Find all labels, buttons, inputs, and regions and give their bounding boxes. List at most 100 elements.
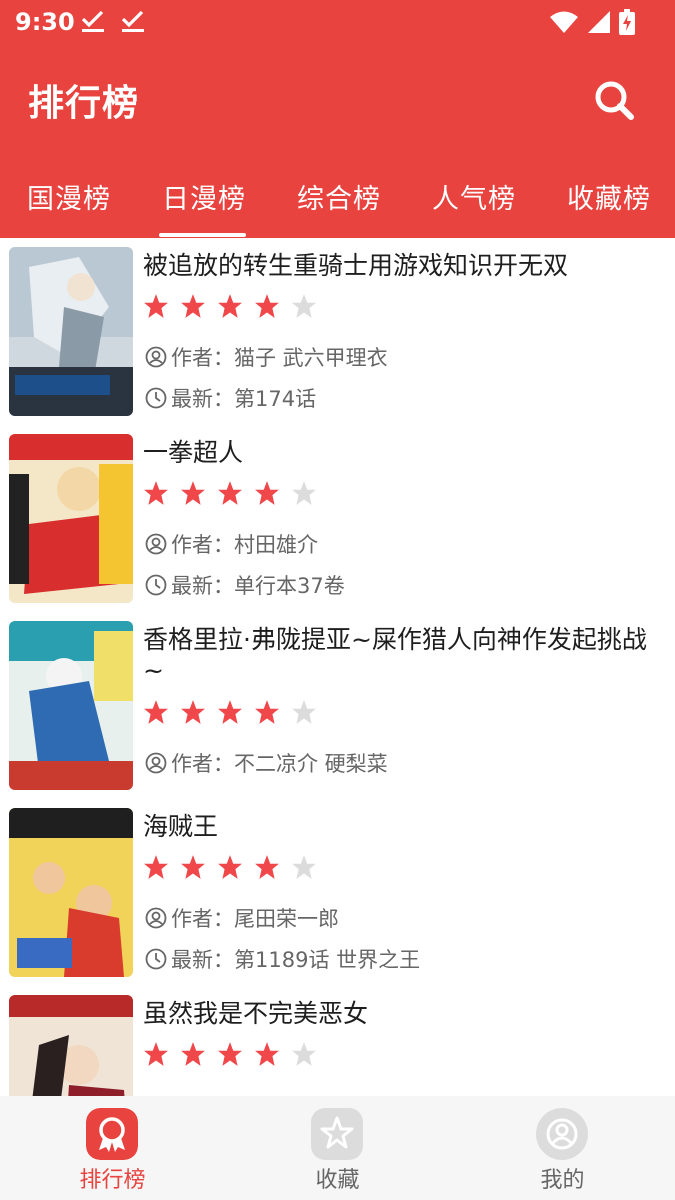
nav-label: 收藏 bbox=[315, 1168, 360, 1193]
comic-cover-image bbox=[9, 434, 133, 603]
author-row: 作者： 村田雄介 bbox=[145, 529, 318, 559]
tab-guoman[interactable]: 国漫榜 bbox=[27, 177, 111, 216]
star-filled-icon bbox=[181, 294, 205, 318]
latest-row: 最新： 单行本37卷 bbox=[145, 570, 345, 600]
tab-zonghe[interactable]: 综合榜 bbox=[297, 177, 381, 216]
comic-cover-image bbox=[9, 621, 133, 790]
star-empty-icon bbox=[292, 1042, 316, 1066]
star-filled-icon bbox=[144, 855, 168, 879]
tab-renqi[interactable]: 人气榜 bbox=[432, 177, 516, 216]
list-item[interactable]: 虽然我是不完美恶女 bbox=[0, 986, 675, 1096]
comic-title[interactable]: 香格里拉·弗陇提亚~屎作猎人向神作发起挑战~ bbox=[143, 624, 653, 686]
latest-row: 最新： 第1189话 世界之王 bbox=[145, 944, 420, 974]
author-label: 作者： bbox=[171, 752, 234, 776]
person-icon bbox=[145, 533, 167, 555]
author-label: 作者： bbox=[171, 533, 234, 557]
latest-row: 最新： 第174话 bbox=[145, 383, 316, 413]
status-time: 9:30 bbox=[15, 8, 75, 36]
app-bar: 9:30 排行榜 国漫榜 日漫榜 综合榜 人气榜 收藏榜 bbox=[0, 0, 675, 238]
author-name: 猫子 武六甲理衣 bbox=[234, 346, 388, 370]
battery-charging-icon bbox=[619, 9, 635, 35]
author-name: 村田雄介 bbox=[234, 533, 318, 557]
ranking-tabs: 国漫榜 日漫榜 综合榜 人气榜 收藏榜 bbox=[0, 163, 675, 238]
comic-list[interactable]: 被追放的转生重骑士用游戏知识开无双 作者： 猫子 武六甲理衣 最新： 第174话 bbox=[0, 238, 675, 1096]
star-filled-icon bbox=[218, 481, 242, 505]
comic-title[interactable]: 被追放的转生重骑士用游戏知识开无双 bbox=[143, 250, 653, 281]
download-done-icon bbox=[121, 10, 144, 32]
star-empty-icon bbox=[292, 294, 316, 318]
latest-chapter: 单行本37卷 bbox=[234, 574, 345, 598]
star-filled-icon bbox=[255, 855, 279, 879]
rating-stars bbox=[143, 699, 317, 725]
person-icon bbox=[145, 346, 167, 368]
comic-cover-image bbox=[9, 808, 133, 977]
star-filled-icon bbox=[144, 294, 168, 318]
star-filled-icon bbox=[255, 481, 279, 505]
wifi-icon bbox=[550, 11, 578, 33]
status-bar: 9:30 bbox=[0, 0, 675, 46]
list-item[interactable]: 香格里拉·弗陇提亚~屎作猎人向神作发起挑战~ 作者： 不二凉介 硬梨菜 bbox=[0, 612, 675, 799]
star-filled-icon bbox=[181, 481, 205, 505]
latest-chapter: 第1189话 世界之王 bbox=[234, 948, 421, 972]
star-filled-icon bbox=[144, 700, 168, 724]
author-label: 作者： bbox=[171, 346, 234, 370]
star-filled-icon bbox=[144, 481, 168, 505]
cell-signal-icon bbox=[588, 11, 610, 33]
clock-icon bbox=[145, 387, 167, 409]
author-label: 作者： bbox=[171, 907, 234, 931]
latest-chapter: 第174话 bbox=[234, 387, 317, 411]
star-filled-icon bbox=[181, 1042, 205, 1066]
comic-title[interactable]: 一拳超人 bbox=[143, 437, 653, 468]
tab-indicator bbox=[159, 233, 246, 237]
star-filled-icon bbox=[181, 700, 205, 724]
page-title: 排行榜 bbox=[28, 83, 140, 124]
list-item[interactable]: 被追放的转生重骑士用游戏知识开无双 作者： 猫子 武六甲理衣 最新： 第174话 bbox=[0, 238, 675, 425]
latest-label: 最新： bbox=[171, 574, 234, 598]
comic-title[interactable]: 虽然我是不完美恶女 bbox=[143, 998, 653, 1029]
rating-stars bbox=[143, 1041, 317, 1067]
bottom-navigation: 排行榜 收藏 我的 bbox=[0, 1096, 675, 1200]
rating-stars bbox=[143, 293, 317, 319]
star-filled-icon bbox=[144, 1042, 168, 1066]
rating-stars bbox=[143, 480, 317, 506]
download-done-icon bbox=[81, 10, 104, 32]
nav-label: 我的 bbox=[540, 1168, 585, 1193]
ranking-icon bbox=[86, 1108, 138, 1160]
comic-title[interactable]: 海贼王 bbox=[143, 811, 653, 842]
profile-icon bbox=[536, 1108, 588, 1160]
star-filled-icon bbox=[218, 1042, 242, 1066]
author-name: 尾田荣一郎 bbox=[234, 907, 339, 931]
clock-icon bbox=[145, 948, 167, 970]
star-empty-icon bbox=[292, 855, 316, 879]
comic-cover-image bbox=[9, 995, 133, 1096]
author-row: 作者： 尾田荣一郎 bbox=[145, 903, 339, 933]
author-name: 不二凉介 硬梨菜 bbox=[234, 752, 388, 776]
list-item[interactable]: 海贼王 作者： 尾田荣一郎 最新： 第1189话 世界之王 bbox=[0, 799, 675, 986]
star-filled-icon bbox=[218, 855, 242, 879]
rating-stars bbox=[143, 854, 317, 880]
person-icon bbox=[145, 907, 167, 929]
nav-label: 排行榜 bbox=[79, 1168, 146, 1193]
nav-profile[interactable]: 我的 bbox=[450, 1096, 675, 1200]
star-filled-icon bbox=[255, 1042, 279, 1066]
tab-shoucang[interactable]: 收藏榜 bbox=[567, 177, 651, 216]
search-icon[interactable] bbox=[593, 79, 635, 121]
latest-label: 最新： bbox=[171, 387, 234, 411]
star-empty-icon bbox=[292, 700, 316, 724]
comic-cover-image bbox=[9, 247, 133, 416]
star-filled-icon bbox=[218, 700, 242, 724]
latest-label: 最新： bbox=[171, 948, 234, 972]
author-row: 作者： 不二凉介 硬梨菜 bbox=[145, 748, 388, 778]
star-filled-icon bbox=[181, 855, 205, 879]
tab-riman[interactable]: 日漫榜 bbox=[162, 177, 246, 216]
nav-favorites[interactable]: 收藏 bbox=[225, 1096, 450, 1200]
list-item[interactable]: 一拳超人 作者： 村田雄介 最新： 单行本37卷 bbox=[0, 425, 675, 612]
clock-icon bbox=[145, 574, 167, 596]
nav-ranking[interactable]: 排行榜 bbox=[0, 1096, 225, 1200]
star-filled-icon bbox=[255, 294, 279, 318]
star-empty-icon bbox=[292, 481, 316, 505]
star-filled-icon bbox=[218, 294, 242, 318]
star-filled-icon bbox=[255, 700, 279, 724]
author-row: 作者： 猫子 武六甲理衣 bbox=[145, 342, 388, 372]
star-icon bbox=[311, 1108, 363, 1160]
